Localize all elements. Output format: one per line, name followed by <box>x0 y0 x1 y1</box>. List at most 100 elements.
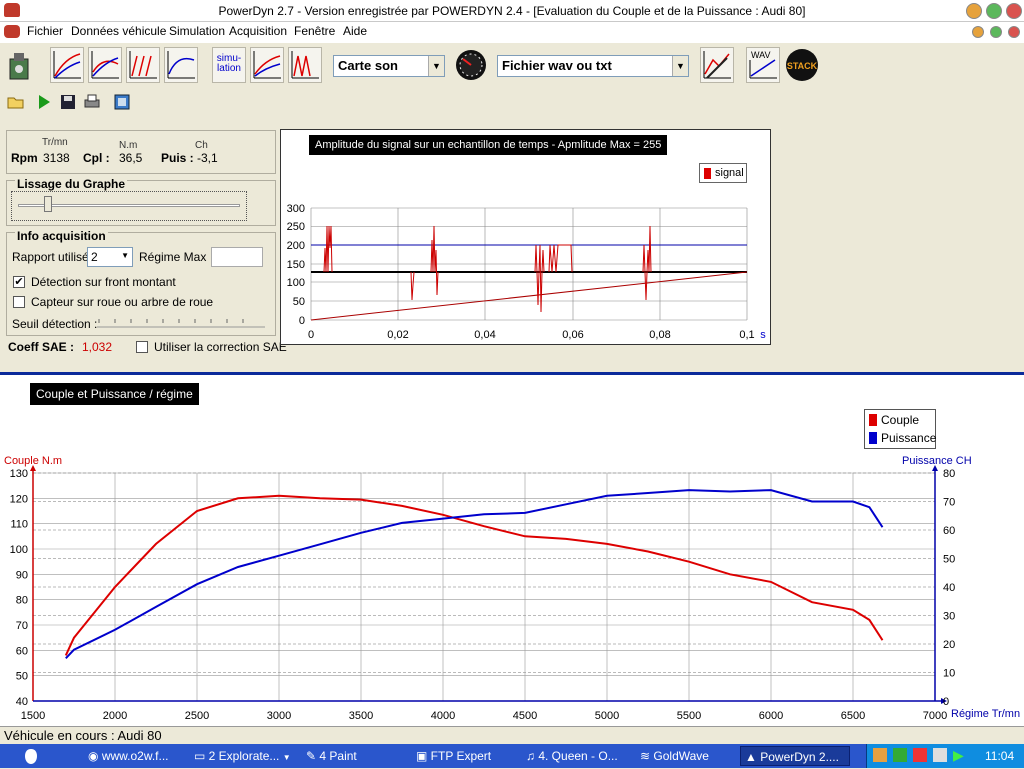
cpl-unit: N.m <box>119 140 138 151</box>
mdi-restore-button[interactable] <box>990 26 1002 38</box>
signal-x-unit: s <box>760 329 766 341</box>
y-tick-label: 100 <box>10 544 28 556</box>
menu-donnees-vehicule[interactable]: Données véhicule <box>71 24 166 38</box>
capteur-roue-checkbox[interactable] <box>13 296 25 308</box>
y2-tick-label: 60 <box>943 525 955 537</box>
system-tray: ▶ 11:04 <box>866 744 1024 768</box>
main-toolbar: simu- lation Carte son ▼ Fichier wav ou … <box>0 42 1024 88</box>
task-goldwave[interactable]: ≋ GoldWave <box>636 746 732 766</box>
status-bar: Véhicule en cours : Audi 80 <box>0 726 1024 744</box>
play-icon[interactable]: ▶ <box>953 747 964 764</box>
y2-tick-label: 80 <box>943 468 955 480</box>
task-ftp[interactable]: ▣ FTP Expert <box>412 746 512 766</box>
globe-icon: ◉ <box>88 749 102 763</box>
sound-card-select[interactable]: Carte son ▼ <box>333 55 445 77</box>
acquire-graph-icon[interactable] <box>700 47 734 83</box>
chevron-down-icon: ▼ <box>672 56 688 76</box>
power-curve-panel: Couple et Puissance / régime Couple Puis… <box>0 372 1024 726</box>
task-browser[interactable]: ◉ www.o2w.f... <box>84 746 174 766</box>
stack-button[interactable]: STACK <box>784 47 820 83</box>
graph-button-6-icon[interactable] <box>288 47 322 83</box>
x-tick-label: 4500 <box>513 710 537 722</box>
rapport-select[interactable]: 2 ▼ <box>87 247 133 267</box>
menu-simulation[interactable]: Simulation <box>169 24 225 38</box>
x-tick-label: 6000 <box>759 710 783 722</box>
menu-acquisition[interactable]: Acquisition <box>229 24 287 38</box>
readout-panel: Tr/mn Rpm 3138 N.m Cpl : 36,5 Ch Puis : … <box>6 130 276 174</box>
task-explorer[interactable]: ▭ 2 Explorate... ▼ <box>190 746 294 766</box>
vehicle-icon[interactable] <box>2 47 36 83</box>
x-tick-label: 5500 <box>677 710 701 722</box>
graph-button-2-icon[interactable] <box>88 47 122 83</box>
tray-icon[interactable] <box>913 748 927 762</box>
clock: 11:04 <box>985 749 1015 763</box>
smoothing-slider[interactable] <box>11 191 247 221</box>
signal-y-tick: 300 <box>287 203 305 215</box>
x-tick-label: 4000 <box>431 710 455 722</box>
folder-icon: ▭ <box>194 749 209 763</box>
seuil-slider[interactable] <box>95 317 267 331</box>
regime-max-label: Régime Max <box>139 250 207 264</box>
mdi-close-button[interactable] <box>1008 26 1020 38</box>
graph-button-1-icon[interactable] <box>50 47 84 83</box>
y2-tick-label: 30 <box>943 611 955 623</box>
tray-icon[interactable] <box>893 748 907 762</box>
tray-icon[interactable] <box>873 748 887 762</box>
sae-use-label: Utiliser la correction SAE <box>154 340 287 354</box>
cpl-value: 36,5 <box>119 151 143 165</box>
puis-unit: Ch <box>195 140 208 151</box>
task-paint[interactable]: ✎ 4 Paint <box>302 746 402 766</box>
open-folder-icon[interactable] <box>6 92 26 112</box>
graph-button-4-icon[interactable] <box>164 47 198 83</box>
cpl-label: Cpl : <box>83 151 110 165</box>
mdi-minimize-button[interactable] <box>972 26 984 38</box>
y2-tick-label: 40 <box>943 582 955 594</box>
capteur-roue-label: Capteur sur roue ou arbre de roue <box>31 295 214 309</box>
sae-checkbox[interactable] <box>136 341 148 353</box>
signal-y-tick: 0 <box>299 315 305 327</box>
regime-max-input[interactable] <box>211 247 263 267</box>
rpm-unit: Tr/mn <box>42 137 68 148</box>
task-powerdyn[interactable]: ▲ PowerDyn 2.... <box>740 746 850 766</box>
stack-label: STACK <box>787 61 818 71</box>
start-button[interactable] <box>20 746 42 766</box>
slider-thumb[interactable] <box>44 196 52 212</box>
time-ramp <box>310 271 748 321</box>
menu-fenetre[interactable]: Fenêtre <box>294 24 335 38</box>
y-tick-label: 50 <box>16 671 28 683</box>
chevron-down-icon: ▼ <box>282 753 291 762</box>
signal-y-tick: 50 <box>293 296 305 308</box>
play-icon[interactable] <box>34 92 54 112</box>
tray-icon[interactable] <box>933 748 947 762</box>
paint-icon: ✎ <box>306 749 320 763</box>
menu-aide[interactable]: Aide <box>343 24 367 38</box>
signal-plot: 300 250 200 150 100 50 0 0 0,02 0,04 0,0… <box>287 203 767 341</box>
export-icon[interactable] <box>112 92 132 112</box>
wav-button[interactable]: WAV <box>746 47 780 83</box>
rapport-value: 2 <box>91 250 98 264</box>
graph-button-3-icon[interactable] <box>126 47 160 83</box>
signal-x-tick: 0,06 <box>562 329 583 341</box>
gauge-icon[interactable] <box>452 47 490 83</box>
minimize-button[interactable] <box>966 3 982 19</box>
save-icon[interactable] <box>58 92 78 112</box>
menu-fichier[interactable]: Fichier <box>27 24 63 38</box>
menu-bar: Fichier Données véhicule Simulation Acqu… <box>0 22 1024 42</box>
task-queen[interactable]: ♫ 4. Queen - O... <box>522 746 626 766</box>
maximize-button[interactable] <box>986 3 1002 19</box>
doc-icon[interactable] <box>4 25 20 38</box>
close-button[interactable] <box>1006 3 1022 19</box>
x-tick-label: 6500 <box>841 710 865 722</box>
file-type-select[interactable]: Fichier wav ou txt ▼ <box>497 55 689 77</box>
signal-y-tick: 150 <box>287 259 305 271</box>
file-type-value: Fichier wav ou txt <box>502 58 612 73</box>
simulation-button[interactable]: simu- lation <box>212 47 246 83</box>
signal-chart: Amplitude du signal sur un echantillon d… <box>280 129 771 345</box>
detect-front-checkbox[interactable]: ✔ <box>13 276 25 288</box>
print-icon[interactable] <box>82 92 102 112</box>
signal-x-ticks: 0 0,02 0,04 0,06 0,08 0,1 <box>308 329 755 341</box>
x-tick-label: 3500 <box>349 710 373 722</box>
graph-button-5-icon[interactable] <box>250 47 284 83</box>
sound-card-value: Carte son <box>338 58 398 73</box>
y2-tick-label: 0 <box>943 696 949 708</box>
